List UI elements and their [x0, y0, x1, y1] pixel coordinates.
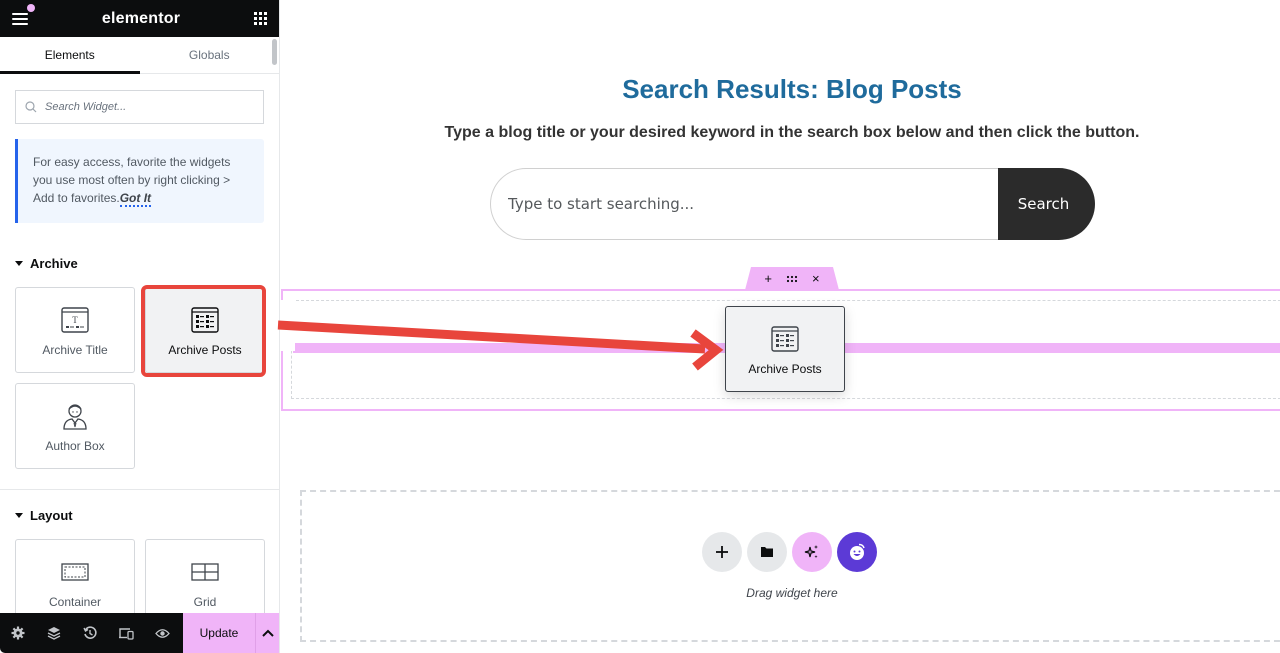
panel-tabs: Elements Globals — [0, 37, 279, 74]
editor-canvas: Search Results: Blog Posts Type a blog t… — [281, 0, 1280, 653]
panel-scrollbar[interactable] — [272, 39, 277, 65]
section-divider — [0, 489, 279, 490]
panel-header: elementor — [0, 0, 279, 37]
add-section-button[interactable] — [702, 532, 742, 572]
drag-handle-icon[interactable] — [786, 272, 798, 285]
update-button[interactable]: Update — [183, 613, 255, 653]
widget-archive-posts[interactable]: Archive Posts — [145, 287, 265, 373]
empty-area-actions — [702, 532, 877, 572]
widget-archive-title[interactable]: T Archive Title — [15, 287, 135, 373]
tab-elements[interactable]: Elements — [0, 37, 140, 74]
notification-dot — [27, 4, 35, 12]
brand-logo: elementor — [101, 9, 181, 27]
add-element-icon[interactable]: + — [764, 272, 772, 285]
container-handle: + × — [745, 267, 839, 290]
author-box-icon — [60, 401, 90, 431]
delete-container-icon[interactable]: × — [812, 272, 820, 285]
hamburger-icon[interactable] — [12, 12, 28, 25]
favorites-tip: For easy access, favorite the widgets yo… — [15, 139, 264, 223]
history-icon[interactable] — [72, 613, 108, 653]
elementor-panel: elementor Elements Globals For easy acce… — [0, 0, 280, 653]
panel-shadow — [281, 300, 295, 351]
svg-text:T: T — [72, 315, 78, 325]
smiley-icon — [850, 543, 865, 560]
caret-down-icon — [15, 513, 23, 518]
settings-icon[interactable] — [0, 613, 36, 653]
container-icon — [61, 557, 89, 587]
search-icon — [25, 101, 37, 113]
dragged-widget-label: Archive Posts — [748, 362, 822, 376]
add-template-button[interactable] — [747, 532, 787, 572]
widget-search — [15, 90, 264, 124]
widget-label: Grid — [193, 595, 217, 609]
kit-library-button[interactable] — [837, 532, 877, 572]
archive-posts-icon — [771, 324, 799, 354]
widget-search-input[interactable] — [45, 101, 245, 113]
responsive-icon[interactable] — [108, 613, 144, 653]
page-subtitle: Type a blog title or your desired keywor… — [444, 124, 1140, 141]
search-input[interactable] — [490, 168, 998, 240]
page-title: Search Results: Blog Posts — [622, 74, 962, 104]
archive-widgets: T Archive Title Archive Posts Author Box — [15, 287, 265, 469]
panel-footer: Update — [0, 613, 279, 653]
widget-label: Archive Posts — [168, 343, 242, 357]
drag-widget-hint: Drag widget here — [746, 586, 838, 600]
section-layout-label: Layout — [30, 508, 73, 523]
sparkles-icon — [804, 545, 818, 559]
caret-down-icon — [15, 261, 23, 266]
widget-label: Author Box — [45, 439, 105, 453]
tab-globals[interactable]: Globals — [140, 37, 280, 73]
section-layout[interactable]: Layout — [15, 508, 264, 523]
widget-author-box[interactable]: Author Box — [15, 383, 135, 469]
widget-label: Archive Title — [42, 343, 108, 357]
archive-title-icon: T — [61, 305, 89, 335]
search-button[interactable]: Search — [998, 168, 1095, 240]
apps-grid-icon[interactable] — [254, 12, 267, 25]
chevron-up-icon[interactable] — [255, 613, 279, 653]
folder-icon — [761, 547, 773, 557]
preview-icon[interactable] — [144, 613, 180, 653]
archive-posts-icon — [191, 305, 219, 335]
ai-generate-button[interactable] — [792, 532, 832, 572]
search-form: Search — [490, 168, 1095, 240]
section-archive-label: Archive — [30, 256, 78, 271]
layers-icon[interactable] — [36, 613, 72, 653]
got-it-link[interactable]: Got It — [119, 191, 152, 207]
dragged-widget-archive-posts[interactable]: Archive Posts — [725, 306, 845, 392]
widget-label: Container — [48, 595, 102, 609]
section-archive[interactable]: Archive — [15, 256, 264, 271]
grid-icon — [191, 557, 219, 587]
